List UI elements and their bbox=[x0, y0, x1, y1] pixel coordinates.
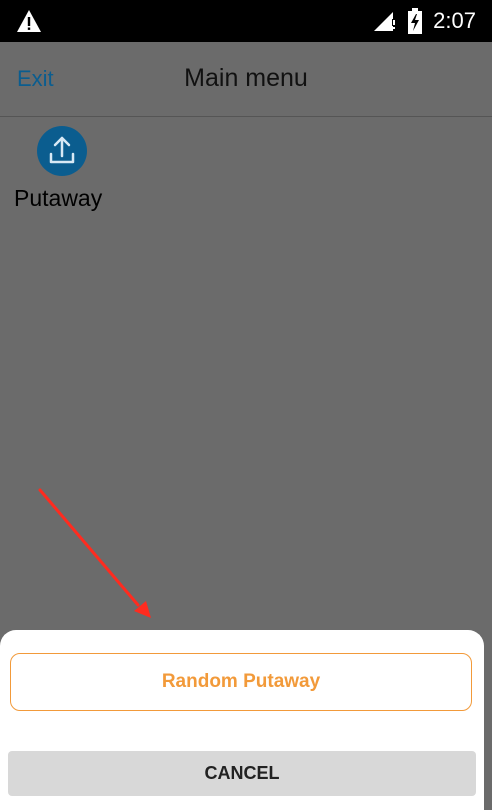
menu-item-label: Putaway bbox=[14, 185, 103, 211]
signal-icon bbox=[374, 12, 397, 31]
status-icons: 2:07 bbox=[373, 5, 476, 37]
cancel-button[interactable]: CANCEL bbox=[8, 751, 476, 796]
page-title: Main menu bbox=[184, 64, 308, 92]
battery-charging-icon bbox=[408, 8, 423, 34]
annotation-arrow-icon bbox=[38, 488, 151, 618]
status-bar: 2:07 bbox=[0, 0, 492, 42]
random-putaway-button[interactable]: Random Putaway bbox=[10, 653, 472, 711]
upload-icon bbox=[37, 126, 87, 176]
status-time: 2:07 bbox=[433, 8, 476, 33]
menu-item-putaway[interactable]: Putaway bbox=[14, 126, 124, 226]
warning-icon bbox=[17, 10, 41, 32]
app-bar: Exit Main menu bbox=[0, 42, 492, 117]
action-sheet: Random Putaway CANCEL bbox=[0, 630, 484, 810]
